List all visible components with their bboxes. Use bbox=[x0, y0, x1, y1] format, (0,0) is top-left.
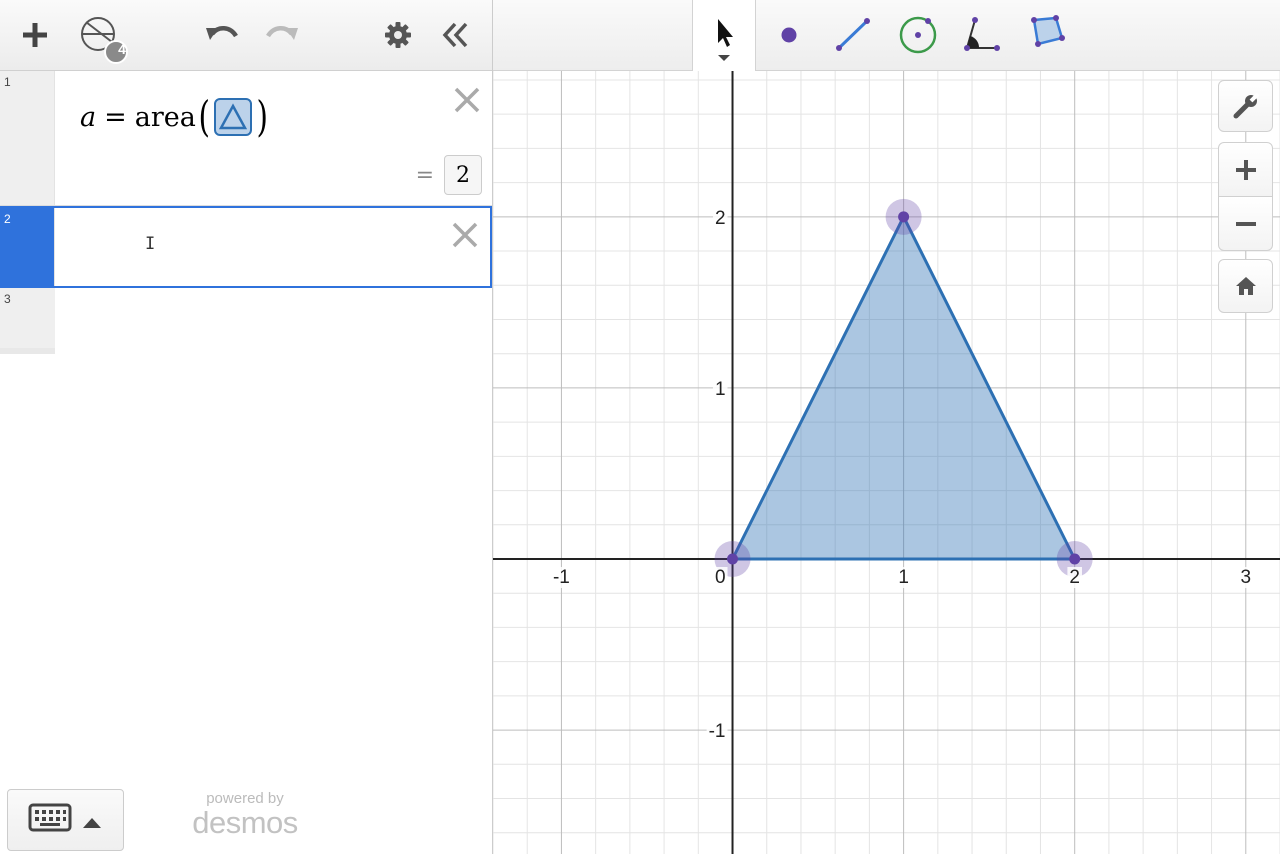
circle-tool-icon bbox=[899, 16, 937, 54]
angle-tool[interactable] bbox=[950, 0, 1014, 70]
vertex-point bbox=[1069, 553, 1081, 565]
expression-item-3[interactable]: 3 bbox=[0, 288, 55, 354]
expression-index: 1 bbox=[0, 71, 55, 205]
vertex-point bbox=[898, 211, 910, 223]
point-tool[interactable] bbox=[757, 0, 821, 70]
result-value: 2 bbox=[444, 155, 482, 195]
desmos-app: 4 1 a = area () = 2 2 I 3 powered by de… bbox=[0, 0, 1280, 854]
expression-toolbar: 4 bbox=[0, 0, 492, 71]
expression-panel: 4 1 a = area () = 2 2 I 3 powered by de… bbox=[0, 0, 493, 854]
equals-sign: = bbox=[104, 101, 127, 133]
triangle-icon bbox=[219, 103, 248, 130]
graph-canvas[interactable]: -1 0 1 2 3 2 1 -1 bbox=[493, 0, 1280, 854]
expression-item-2[interactable]: 2 I bbox=[0, 206, 492, 288]
polygon-tool-icon bbox=[1031, 15, 1065, 47]
text-cursor: I bbox=[145, 234, 156, 254]
wrench-icon bbox=[1233, 93, 1259, 119]
left-paren: ( bbox=[198, 92, 210, 141]
circle-tool[interactable] bbox=[886, 0, 950, 70]
evaluation-result: = 2 bbox=[416, 155, 482, 195]
plus-icon bbox=[23, 23, 47, 47]
collapse-panel-button[interactable] bbox=[434, 13, 478, 57]
geometry-count-badge: 4 bbox=[118, 41, 126, 57]
zoom-out-button[interactable] bbox=[1218, 196, 1273, 251]
function-name: area bbox=[134, 101, 196, 133]
x-tick-label: -1 bbox=[553, 567, 570, 588]
settings-button[interactable] bbox=[376, 13, 420, 57]
x-tick-label: 2 bbox=[1069, 567, 1080, 588]
redo-button[interactable] bbox=[260, 13, 304, 57]
vertex-point bbox=[727, 553, 739, 565]
add-item-button[interactable] bbox=[13, 13, 57, 57]
y-tick-label: 1 bbox=[715, 379, 726, 400]
x-tick-label: 0 bbox=[715, 567, 726, 588]
gear-icon bbox=[385, 22, 411, 48]
point-tool-icon bbox=[781, 27, 797, 43]
powered-by-desmos[interactable]: powered by desmos bbox=[185, 790, 305, 838]
home-icon bbox=[1235, 277, 1256, 295]
segment-tool[interactable] bbox=[821, 0, 885, 70]
graph-paper[interactable]: -1 0 1 2 3 2 1 -1 bbox=[493, 0, 1280, 854]
x-tick-label: 1 bbox=[898, 567, 909, 588]
graph-settings-button[interactable] bbox=[1218, 80, 1273, 132]
keyboard-toggle-button[interactable] bbox=[7, 789, 124, 851]
delete-expression-icon[interactable] bbox=[450, 220, 480, 250]
geometry-button[interactable]: 4 bbox=[76, 10, 132, 66]
pointer-icon bbox=[718, 18, 733, 61]
y-tick-label: -1 bbox=[709, 721, 726, 742]
polygon-token[interactable] bbox=[214, 98, 253, 136]
polygon-tool[interactable] bbox=[1015, 0, 1079, 70]
double-chevron-left-icon bbox=[442, 22, 468, 48]
plus-icon bbox=[1235, 159, 1256, 180]
geometry-toolbar bbox=[493, 0, 1280, 71]
expression-index: 2 bbox=[0, 208, 55, 286]
right-paren: ) bbox=[256, 92, 269, 141]
zoom-in-button[interactable] bbox=[1218, 142, 1273, 197]
redo-icon bbox=[266, 26, 298, 40]
variable-a: a bbox=[80, 101, 97, 133]
x-tick-label: 3 bbox=[1240, 567, 1251, 588]
pointer-tool[interactable] bbox=[692, 0, 756, 71]
keyboard-icon bbox=[28, 803, 101, 832]
undo-icon bbox=[206, 26, 238, 40]
undo-button[interactable] bbox=[200, 13, 244, 57]
angle-tool-icon bbox=[964, 17, 1000, 51]
minus-icon bbox=[1235, 221, 1256, 226]
default-viewport-button[interactable] bbox=[1218, 259, 1273, 313]
delete-expression-icon[interactable] bbox=[452, 85, 482, 115]
segment-tool-icon bbox=[836, 18, 870, 51]
expression-math[interactable]: a = area ( ) bbox=[80, 96, 271, 138]
y-tick-label: 2 bbox=[715, 208, 726, 229]
